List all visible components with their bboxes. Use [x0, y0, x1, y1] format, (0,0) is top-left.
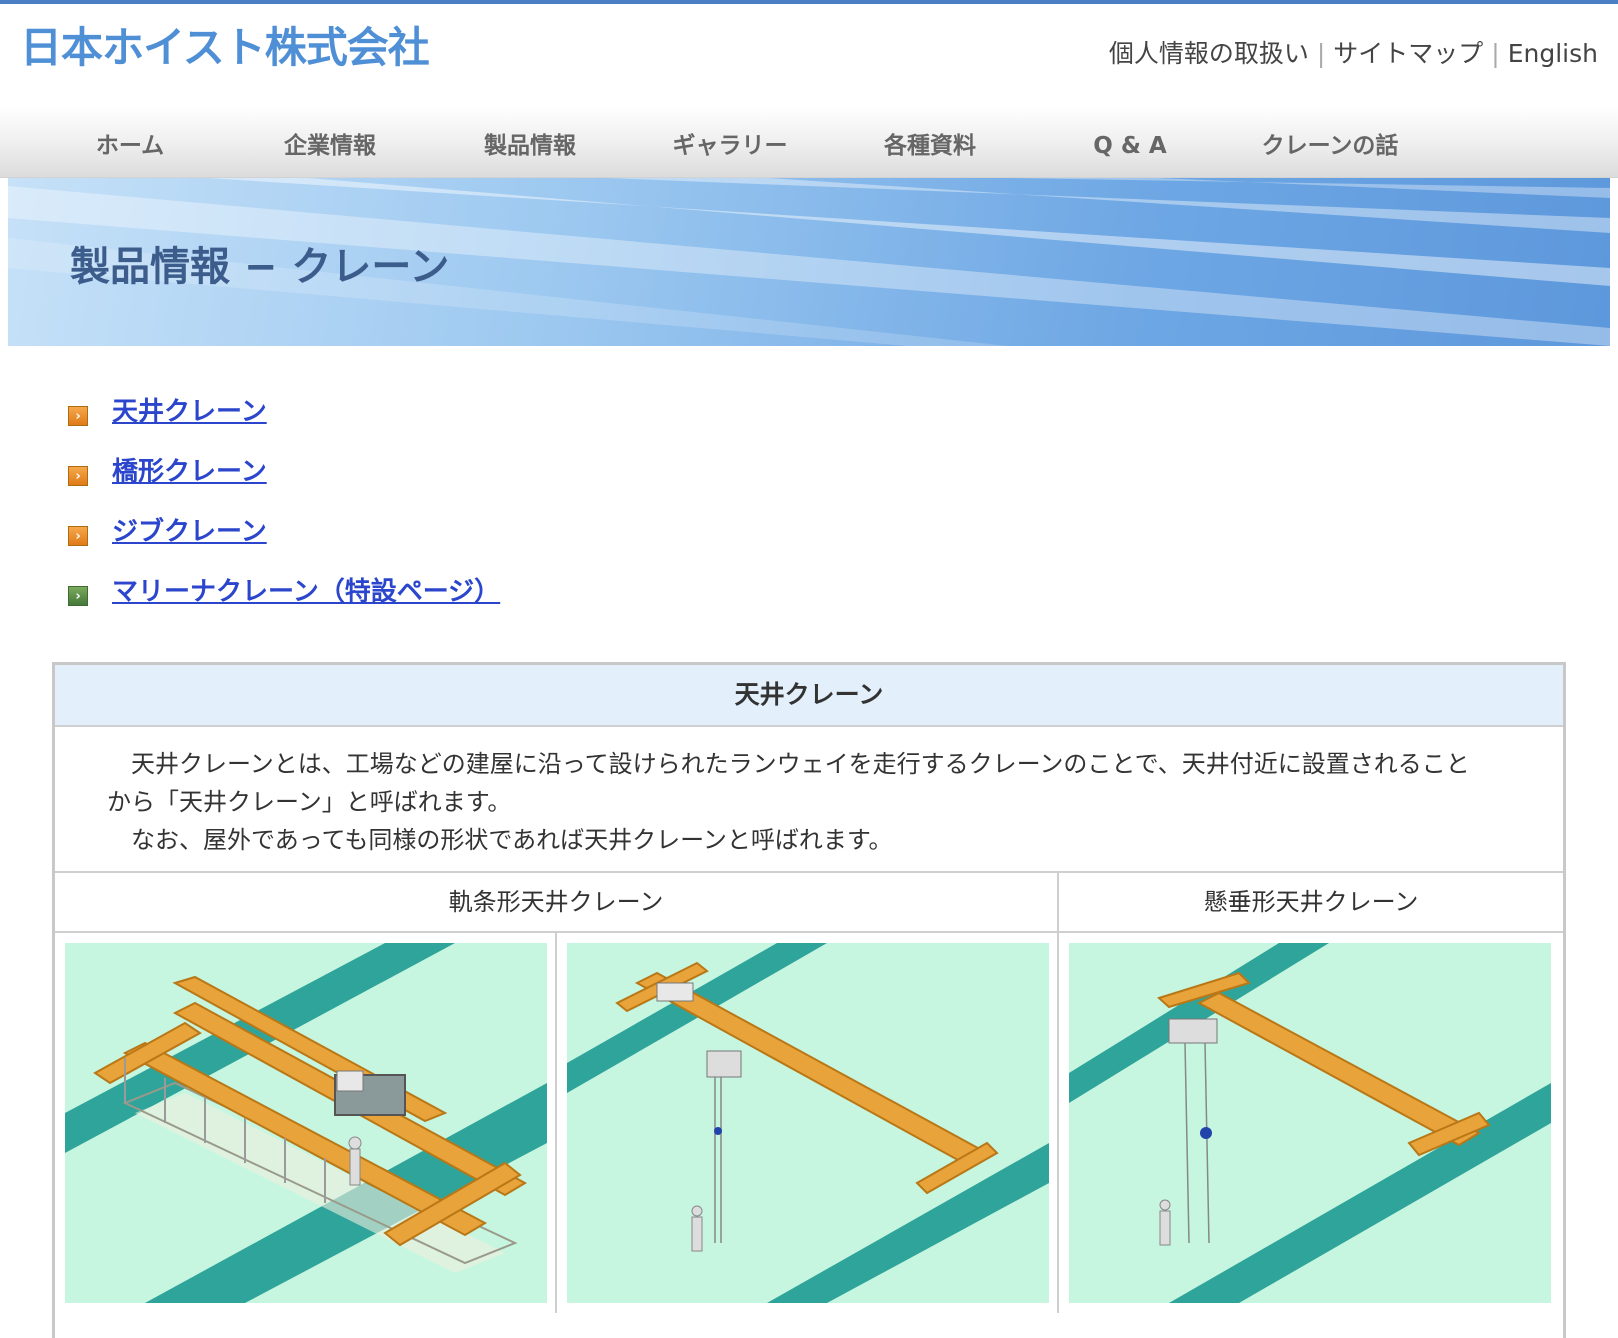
single-girder-crane-illustration	[567, 943, 1049, 1303]
separator: |	[1316, 39, 1326, 68]
nav-item-crane-story[interactable]: クレーンの話	[1230, 106, 1430, 178]
table-image-row	[55, 933, 1563, 1313]
nav-item-qa[interactable]: Q & A	[1030, 106, 1230, 178]
description-paragraph: なお、屋外であっても同様の形状であれば天井クレーンと呼ばれます。	[131, 826, 893, 854]
english-link[interactable]: English	[1508, 39, 1598, 68]
nav-item-company[interactable]: 企業情報	[230, 106, 430, 178]
image-cell	[55, 933, 557, 1313]
page-banner: 製品情報 − クレーン	[8, 178, 1610, 346]
subheader-rail-type: 軌条形天井クレーン	[55, 873, 1059, 931]
subheader-suspended-type: 懸垂形天井クレーン	[1203, 888, 1419, 916]
product-link-list: › 天井クレーン › 橋形クレーン › ジブクレーン › マリーナクレーン（特設…	[68, 392, 500, 632]
company-logo[interactable]: 日本ホイスト株式会社	[20, 22, 430, 74]
separator: |	[1491, 39, 1500, 68]
top-accent-line	[0, 0, 1618, 4]
table-title: 天井クレーン	[55, 665, 1563, 727]
overhead-crane-table: 天井クレーン 天井クレーンとは、工場などの建屋に沿って設けられたランウェイを走行…	[52, 662, 1566, 1338]
nav-item-products[interactable]: 製品情報	[430, 106, 630, 178]
link-overhead-crane[interactable]: 天井クレーン	[112, 392, 267, 432]
table-subheader-row: 軌条形天井クレーン 懸垂形天井クレーン	[55, 873, 1563, 933]
global-nav: ホーム 企業情報 製品情報 ギャラリー 各種資料 Q & A クレーンの話	[0, 106, 1618, 178]
list-item: › 天井クレーン	[68, 392, 500, 452]
link-jib-crane[interactable]: ジブクレーン	[112, 512, 267, 552]
utility-links: 個人情報の取扱い | サイトマップ | English	[1109, 34, 1598, 70]
nav-item-gallery[interactable]: ギャラリー	[630, 106, 830, 178]
suspended-crane-illustration	[1069, 943, 1551, 1303]
privacy-link[interactable]: 個人情報の取扱い	[1109, 39, 1309, 68]
link-gantry-crane[interactable]: 橋形クレーン	[112, 452, 267, 492]
table-description: 天井クレーンとは、工場などの建屋に沿って設けられたランウェイを走行するクレーンの…	[55, 727, 1563, 873]
nav-item-documents[interactable]: 各種資料	[830, 106, 1030, 178]
description-paragraph: 天井クレーンとは、工場などの建屋に沿って設けられたランウェイを走行するクレーンの…	[107, 750, 1470, 816]
link-marina-crane[interactable]: マリーナクレーン（特設ページ）	[112, 572, 500, 612]
sitemap-link[interactable]: サイトマップ	[1333, 39, 1483, 68]
page-title: 製品情報 − クレーン	[70, 244, 450, 290]
double-girder-crane-illustration	[65, 943, 547, 1303]
list-item: › マリーナクレーン（特設ページ）	[68, 572, 500, 632]
image-cell	[557, 933, 1059, 1313]
arrow-bullet-icon: ›	[68, 406, 88, 426]
nav-item-home[interactable]: ホーム	[30, 106, 230, 178]
arrow-bullet-icon: ›	[68, 466, 88, 486]
list-item: › ジブクレーン	[68, 512, 500, 572]
arrow-bullet-icon: ›	[68, 526, 88, 546]
list-item: › 橋形クレーン	[68, 452, 500, 512]
image-cell	[1059, 933, 1561, 1313]
arrow-bullet-icon: ›	[68, 586, 88, 606]
